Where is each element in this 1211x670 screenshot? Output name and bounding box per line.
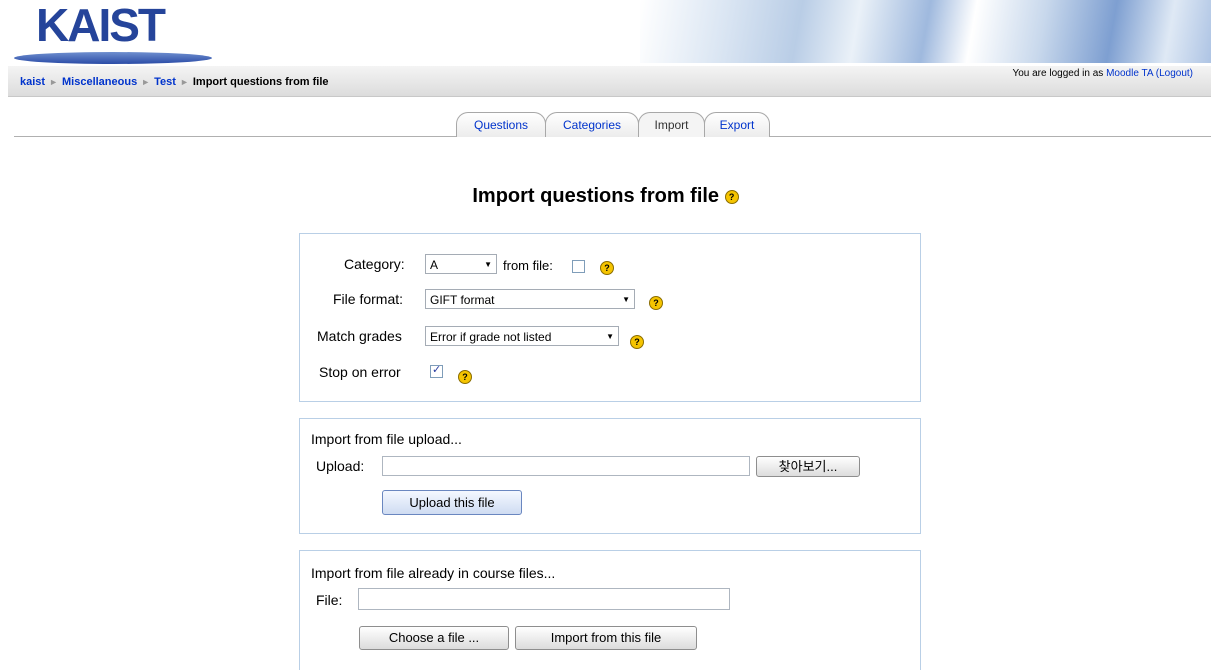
breadcrumb-link-miscellaneous[interactable]: Miscellaneous bbox=[62, 76, 137, 88]
page-header: KAIST bbox=[0, 0, 1211, 70]
breadcrumb-link-test[interactable]: Test bbox=[154, 76, 176, 88]
choose-a-file-button[interactable]: Choose a file ... bbox=[359, 626, 509, 650]
match-grades-select[interactable]: Error if grade not listed ▼ bbox=[425, 326, 619, 346]
match-grades-label: Match grades bbox=[317, 328, 402, 344]
tab-export[interactable]: Export bbox=[704, 112, 770, 137]
category-select[interactable]: A ▼ bbox=[425, 254, 497, 274]
breadcrumb-separator-icon: ► bbox=[141, 77, 151, 87]
from-file-checkbox[interactable] bbox=[572, 260, 585, 273]
upload-this-file-button[interactable]: Upload this file bbox=[382, 490, 522, 515]
page-title: Import questions from file bbox=[472, 185, 720, 207]
course-files-box: Import from file already in course files… bbox=[299, 550, 921, 670]
help-icon[interactable]: ? bbox=[724, 189, 739, 204]
kaist-logo[interactable]: KAIST bbox=[14, 0, 214, 66]
help-icon[interactable]: ? bbox=[630, 335, 644, 349]
dropdown-arrow-icon: ▼ bbox=[622, 295, 630, 304]
breadcrumb-separator-icon: ► bbox=[179, 77, 189, 87]
upload-label: Upload: bbox=[316, 458, 365, 474]
course-files-heading: Import from file already in course files… bbox=[311, 565, 556, 581]
header-banner-image bbox=[640, 0, 1211, 63]
file-upload-box: Import from file upload... Upload: 찾아보기.… bbox=[299, 418, 921, 534]
tab-import[interactable]: Import bbox=[638, 112, 705, 137]
tab-bar: Questions Categories Import Export bbox=[0, 110, 1211, 138]
import-from-this-file-button[interactable]: Import from this file bbox=[515, 626, 697, 650]
stop-on-error-checkbox[interactable] bbox=[430, 363, 443, 378]
logo-text: KAIST bbox=[36, 0, 166, 51]
login-prefix: You are logged in as bbox=[1012, 68, 1104, 79]
upload-file-input[interactable] bbox=[382, 456, 750, 476]
breadcrumb-current: Import questions from file bbox=[192, 76, 329, 88]
file-label: File: bbox=[316, 592, 343, 608]
stop-on-error-label: Stop on error bbox=[319, 364, 401, 380]
login-info: You are logged in as Moodle TA (Logout) bbox=[1012, 68, 1193, 79]
tab-questions[interactable]: Questions bbox=[456, 112, 546, 137]
help-icon[interactable]: ? bbox=[600, 261, 614, 275]
upload-heading: Import from file upload... bbox=[311, 431, 462, 447]
user-profile-link[interactable]: Moodle TA bbox=[1106, 68, 1153, 79]
dropdown-arrow-icon: ▼ bbox=[606, 332, 614, 341]
file-format-label: File format: bbox=[333, 291, 404, 307]
match-grades-select-value: Error if grade not listed bbox=[430, 330, 552, 344]
navigation-bar: kaist ► Miscellaneous ► Test ► Import question… bbox=[8, 66, 1211, 97]
browse-button[interactable]: 찾아보기... bbox=[756, 456, 860, 477]
file-format-select[interactable]: GIFT format ▼ bbox=[425, 289, 635, 309]
tab-categories[interactable]: Categories bbox=[545, 112, 639, 137]
breadcrumb-link-kaist[interactable]: kaist bbox=[20, 76, 45, 88]
help-icon[interactable]: ? bbox=[649, 296, 663, 310]
category-select-value: A bbox=[430, 258, 439, 272]
logout-link[interactable]: (Logout) bbox=[1156, 68, 1193, 79]
logo-swoosh-icon bbox=[14, 52, 212, 64]
import-options-box: Category: A ▼ from file: ? File format: … bbox=[299, 233, 921, 402]
breadcrumb-separator-icon: ► bbox=[49, 77, 58, 87]
file-format-select-value: GIFT format bbox=[430, 293, 495, 307]
page-title-row: Import questions from file ? bbox=[0, 185, 1211, 208]
category-label: Category: bbox=[344, 256, 405, 272]
help-icon[interactable]: ? bbox=[458, 370, 472, 384]
from-file-label: from file: bbox=[503, 258, 553, 273]
breadcrumb: kaist ► Miscellaneous ► Test ► Import question… bbox=[20, 76, 329, 88]
dropdown-arrow-icon: ▼ bbox=[484, 260, 492, 269]
course-file-input[interactable] bbox=[358, 588, 730, 610]
